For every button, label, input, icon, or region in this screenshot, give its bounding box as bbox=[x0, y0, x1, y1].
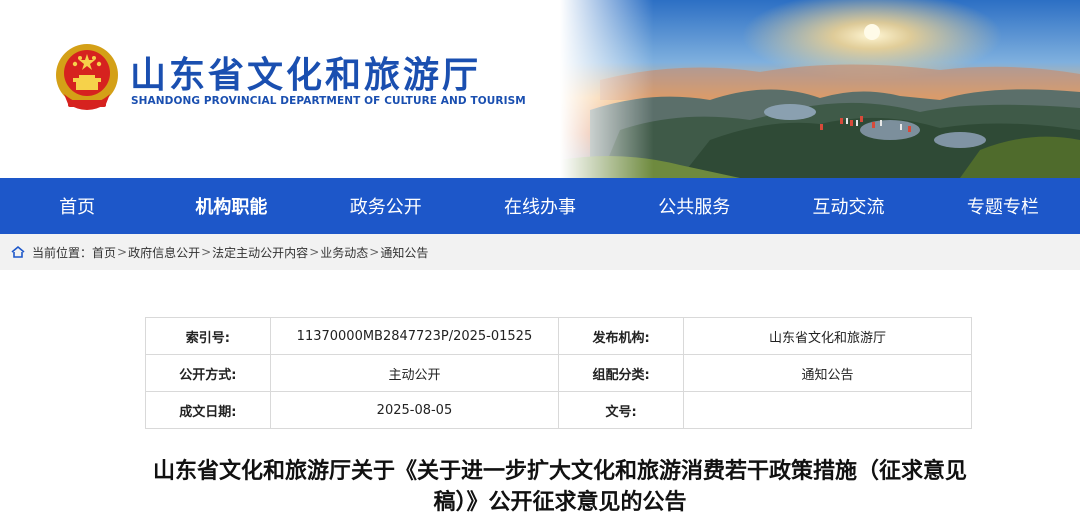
nav-item-special-topics[interactable]: 专题专栏 bbox=[926, 178, 1080, 234]
site-header: 山东省文化和旅游厅 SHANDONG PROVINCIAL DEPARTMENT… bbox=[0, 0, 1080, 178]
meta-value-date: 2025-08-05 bbox=[269, 391, 560, 429]
mountain-sunrise-banner bbox=[560, 0, 1080, 178]
table-row: 索引号: 11370000MB2847723P/2025-01525 发布机构:… bbox=[145, 317, 973, 355]
meta-key-index: 索引号: bbox=[145, 317, 271, 355]
breadcrumb-prefix: 当前位置： bbox=[32, 245, 93, 260]
site-subtitle: SHANDONG PROVINCIAL DEPARTMENT OF CULTUR… bbox=[131, 95, 526, 107]
meta-key-category: 组配分类: bbox=[558, 354, 684, 392]
document-meta-table: 索引号: 11370000MB2847723P/2025-01525 发布机构:… bbox=[145, 317, 973, 429]
table-row: 公开方式: 主动公开 组配分类: 通知公告 bbox=[145, 354, 973, 392]
breadcrumb-separator: > bbox=[117, 245, 128, 259]
breadcrumb-separator: > bbox=[201, 245, 212, 259]
meta-value-publisher: 山东省文化和旅游厅 bbox=[682, 317, 973, 355]
nav-item-online-service[interactable]: 在线办事 bbox=[463, 178, 617, 234]
nav-item-institution[interactable]: 机构职能 bbox=[154, 178, 308, 234]
breadcrumb-separator: > bbox=[309, 245, 320, 259]
table-row: 成文日期: 2025-08-05 文号: bbox=[145, 391, 973, 429]
breadcrumb-separator: > bbox=[369, 245, 380, 259]
nav-item-public-service[interactable]: 公共服务 bbox=[617, 178, 771, 234]
nav-item-home[interactable]: 首页 bbox=[0, 178, 154, 234]
meta-key-date: 成文日期: bbox=[145, 391, 271, 429]
breadcrumb-item-gov-info[interactable]: 政府信息公开 bbox=[128, 244, 200, 261]
meta-value-doc-number bbox=[682, 391, 973, 429]
home-icon bbox=[11, 245, 25, 258]
meta-key-disclosure: 公开方式: bbox=[145, 354, 271, 392]
article-title: 山东省文化和旅游厅关于《关于进一步扩大文化和旅游消费若干政策措施（征求意见稿）》… bbox=[152, 459, 967, 515]
breadcrumb-item-home[interactable]: 首页 bbox=[92, 244, 116, 261]
main-nav: 首页 机构职能 政务公开 在线办事 公共服务 互动交流 专题专栏 bbox=[0, 178, 1080, 234]
meta-key-doc-number: 文号: bbox=[558, 391, 684, 429]
meta-value-category: 通知公告 bbox=[682, 354, 973, 392]
breadcrumb-item-statutory[interactable]: 法定主动公开内容 bbox=[212, 244, 308, 261]
meta-value-disclosure: 主动公开 bbox=[269, 354, 560, 392]
site-title[interactable]: 山东省文化和旅游厅 bbox=[130, 46, 481, 98]
nav-item-gov-affairs[interactable]: 政务公开 bbox=[309, 178, 463, 234]
breadcrumb: 当前位置： 首页 > 政府信息公开 > 法定主动公开内容 > 业务动态 > 通知… bbox=[0, 234, 1080, 270]
nav-item-interaction[interactable]: 互动交流 bbox=[771, 178, 925, 234]
national-emblem-icon bbox=[56, 44, 118, 110]
breadcrumb-item-notices[interactable]: 通知公告 bbox=[380, 244, 428, 261]
breadcrumb-item-business-news[interactable]: 业务动态 bbox=[320, 244, 368, 261]
meta-value-index: 11370000MB2847723P/2025-01525 bbox=[269, 317, 560, 355]
meta-key-publisher: 发布机构: bbox=[558, 317, 684, 355]
